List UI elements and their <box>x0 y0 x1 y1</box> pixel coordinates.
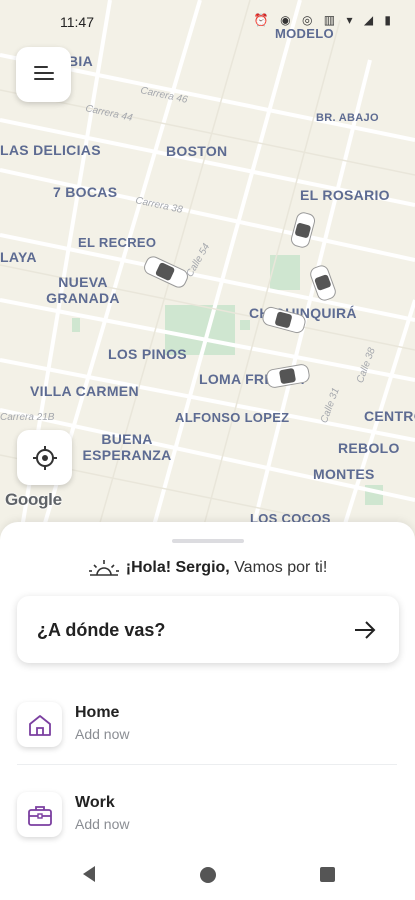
greeting: ¡Hola! Sergio, Vamos por ti! <box>0 558 415 578</box>
briefcase-icon <box>27 805 52 826</box>
status-bar: 11:47 ⏰ ◉ ◎ ▥ ▾ ◢ ▮ <box>0 0 415 40</box>
map-label: LOS PINOS <box>108 346 187 362</box>
arrow-right-icon <box>355 621 376 639</box>
menu-button[interactable] <box>16 47 71 102</box>
map-label: NUEVA GRANADA <box>46 274 120 306</box>
greeting-name: ¡Hola! Sergio, <box>125 559 230 577</box>
map-label: BUENA ESPERANZA <box>82 431 172 463</box>
place-subtitle: Add now <box>75 726 130 742</box>
home-icon-box <box>17 702 62 747</box>
menu-icon <box>34 66 48 68</box>
saved-place-home[interactable]: Home Add now <box>17 698 399 758</box>
status-icons: ⏰ ◉ ◎ ▥ ▾ ◢ ▮ <box>253 13 395 27</box>
recents-icon[interactable] <box>319 866 336 883</box>
greeting-message: Vamos por ti! <box>229 559 328 577</box>
menu-icon-bar <box>34 72 54 74</box>
destination-prompt: ¿A dónde vas? <box>37 620 166 640</box>
map-label: 7 BOCAS <box>53 184 118 200</box>
divider <box>17 764 397 765</box>
map-label: BIA <box>68 53 94 69</box>
map-label: BR. ABAJO <box>316 112 379 124</box>
map-label: REBOLO <box>338 440 400 456</box>
map-label: VILLA CARMEN <box>30 383 139 399</box>
map-label: BOSTON <box>166 143 228 159</box>
my-location-button[interactable] <box>17 430 72 485</box>
map-label: MONTES <box>313 466 375 482</box>
home-nav-icon[interactable] <box>199 866 217 884</box>
place-title: Home <box>75 704 120 721</box>
sunrise-icon <box>88 560 119 576</box>
street-label: Carrera 21B <box>0 412 55 423</box>
menu-icon-bar <box>34 78 54 80</box>
back-icon[interactable] <box>80 864 98 884</box>
map-label: ALFONSO LOPEZ <box>175 410 290 425</box>
saved-place-work[interactable]: Work Add now <box>17 788 399 848</box>
sheet-drag-handle[interactable] <box>172 539 244 543</box>
bottom-sheet: ¡Hola! Sergio, Vamos por ti! ¿A dónde va… <box>0 522 415 900</box>
google-attribution: Google <box>5 490 62 509</box>
map-label: LAYA <box>0 249 37 265</box>
work-icon-box <box>17 792 62 837</box>
place-title: Work <box>75 794 115 811</box>
map-label: EL ROSARIO <box>300 187 390 203</box>
destination-search-button[interactable]: ¿A dónde vas? <box>17 596 399 663</box>
crosshair-icon <box>32 445 57 470</box>
map-label: LAS DELICIAS <box>0 142 101 158</box>
system-nav-bar <box>0 850 415 900</box>
home-icon <box>28 714 51 736</box>
map-label: EL RECREO <box>78 235 157 250</box>
map-label: CENTRO <box>364 408 415 424</box>
status-time: 11:47 <box>60 14 94 30</box>
place-subtitle: Add now <box>75 816 130 832</box>
